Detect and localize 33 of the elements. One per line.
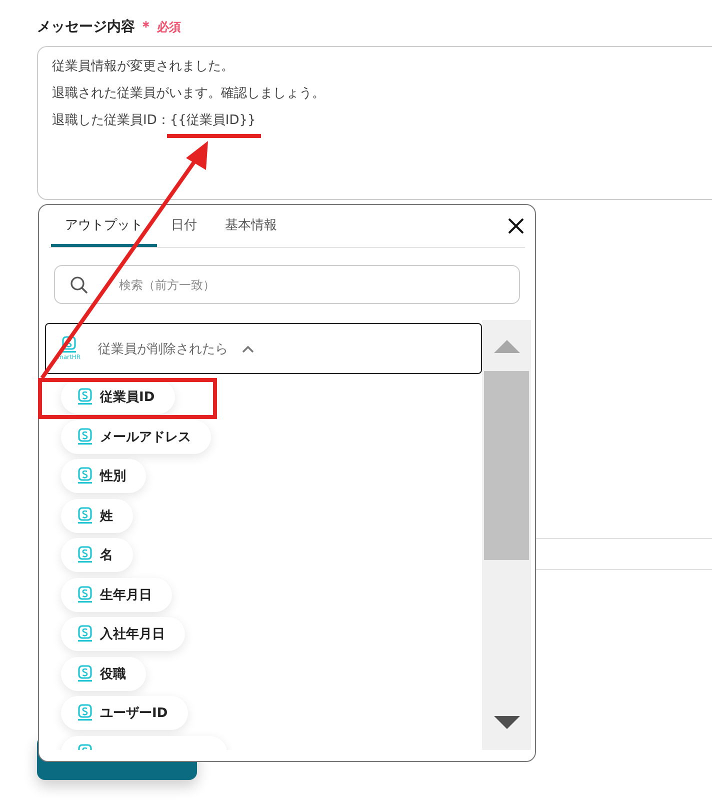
- app-icon: [77, 625, 93, 643]
- field-label: メッセージ内容: [37, 18, 135, 36]
- scroll-up-icon[interactable]: [494, 340, 520, 353]
- app-icon: [77, 428, 93, 446]
- app-icon: [77, 467, 93, 485]
- group-title: 従業員が削除されたら: [98, 340, 228, 358]
- output-chip[interactable]: メールアドレス: [61, 420, 211, 454]
- app-icon: [77, 388, 93, 406]
- output-chip[interactable]: 生年月日: [61, 578, 172, 612]
- output-chip[interactable]: 名: [61, 538, 133, 572]
- app-icon: [77, 704, 93, 722]
- app-icon: [61, 336, 77, 354]
- output-chip[interactable]: 姓: [61, 498, 133, 532]
- search-field[interactable]: 検索（前方一致）: [54, 265, 520, 304]
- scrollbar-thumb[interactable]: [484, 371, 529, 560]
- app-icon: [77, 546, 93, 564]
- output-chip[interactable]: 性別: [61, 459, 146, 493]
- tab[interactable]: アウトプット: [51, 205, 157, 247]
- tab[interactable]: 基本情報: [211, 205, 291, 247]
- close-icon[interactable]: [507, 217, 525, 235]
- output-chip[interactable]: 役職: [61, 656, 146, 690]
- scroll-down-icon[interactable]: [494, 716, 520, 729]
- output-chip[interactable]: 従業員ID: [61, 380, 175, 414]
- output-chip[interactable]: 入社年月日: [61, 617, 185, 651]
- search-icon: [70, 276, 88, 294]
- app-icon: [77, 506, 93, 524]
- scrollbar[interactable]: [482, 320, 531, 750]
- output-chip[interactable]: ユーザーID: [61, 696, 188, 730]
- tab[interactable]: 日付: [157, 205, 211, 247]
- app-icon: [77, 664, 93, 682]
- app-icon: [77, 586, 93, 604]
- required-mark: ＊: [139, 18, 153, 36]
- required-text: 必須: [157, 19, 181, 36]
